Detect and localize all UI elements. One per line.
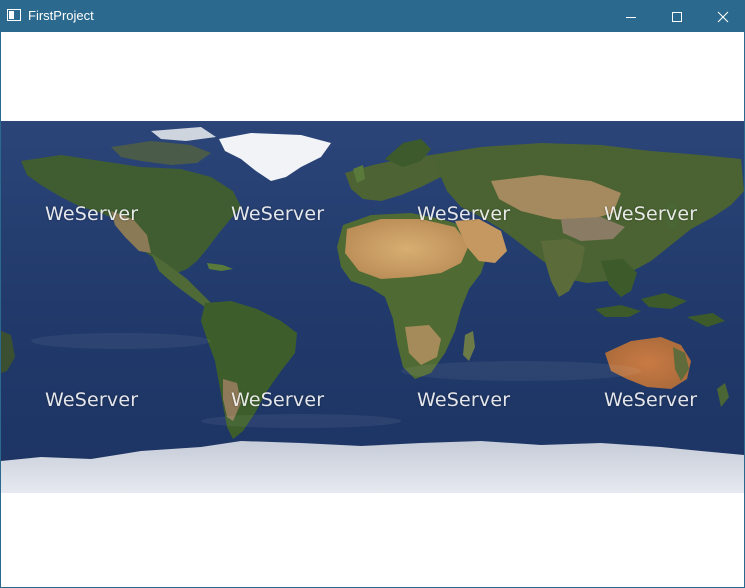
world-map-image	[1, 121, 744, 493]
watermark-label: WeServer	[417, 203, 511, 225]
window-title: FirstProject	[28, 8, 94, 23]
watermark-label: WeServer	[417, 389, 511, 411]
client-area: WeServer WeServer WeServer WeServer WeSe…	[1, 32, 744, 587]
watermark-label: WeServer	[604, 389, 698, 411]
maximize-button[interactable]	[654, 1, 700, 32]
minimize-button[interactable]	[608, 1, 654, 32]
title-bar[interactable]: FirstProject	[1, 1, 744, 32]
app-icon	[7, 9, 21, 21]
watermark-label: WeServer	[45, 203, 139, 225]
watermark-label: WeServer	[231, 203, 325, 225]
map-view[interactable]: WeServer WeServer WeServer WeServer WeSe…	[1, 121, 744, 493]
minimize-icon	[626, 16, 636, 18]
watermark-label: WeServer	[45, 389, 139, 411]
close-icon	[717, 11, 729, 22]
watermark-label: WeServer	[604, 203, 698, 225]
close-button[interactable]	[700, 1, 745, 32]
maximize-icon	[672, 11, 682, 22]
app-window: FirstProject WeServer WeServer WeServer …	[0, 0, 745, 588]
watermark-label: WeServer	[231, 389, 325, 411]
